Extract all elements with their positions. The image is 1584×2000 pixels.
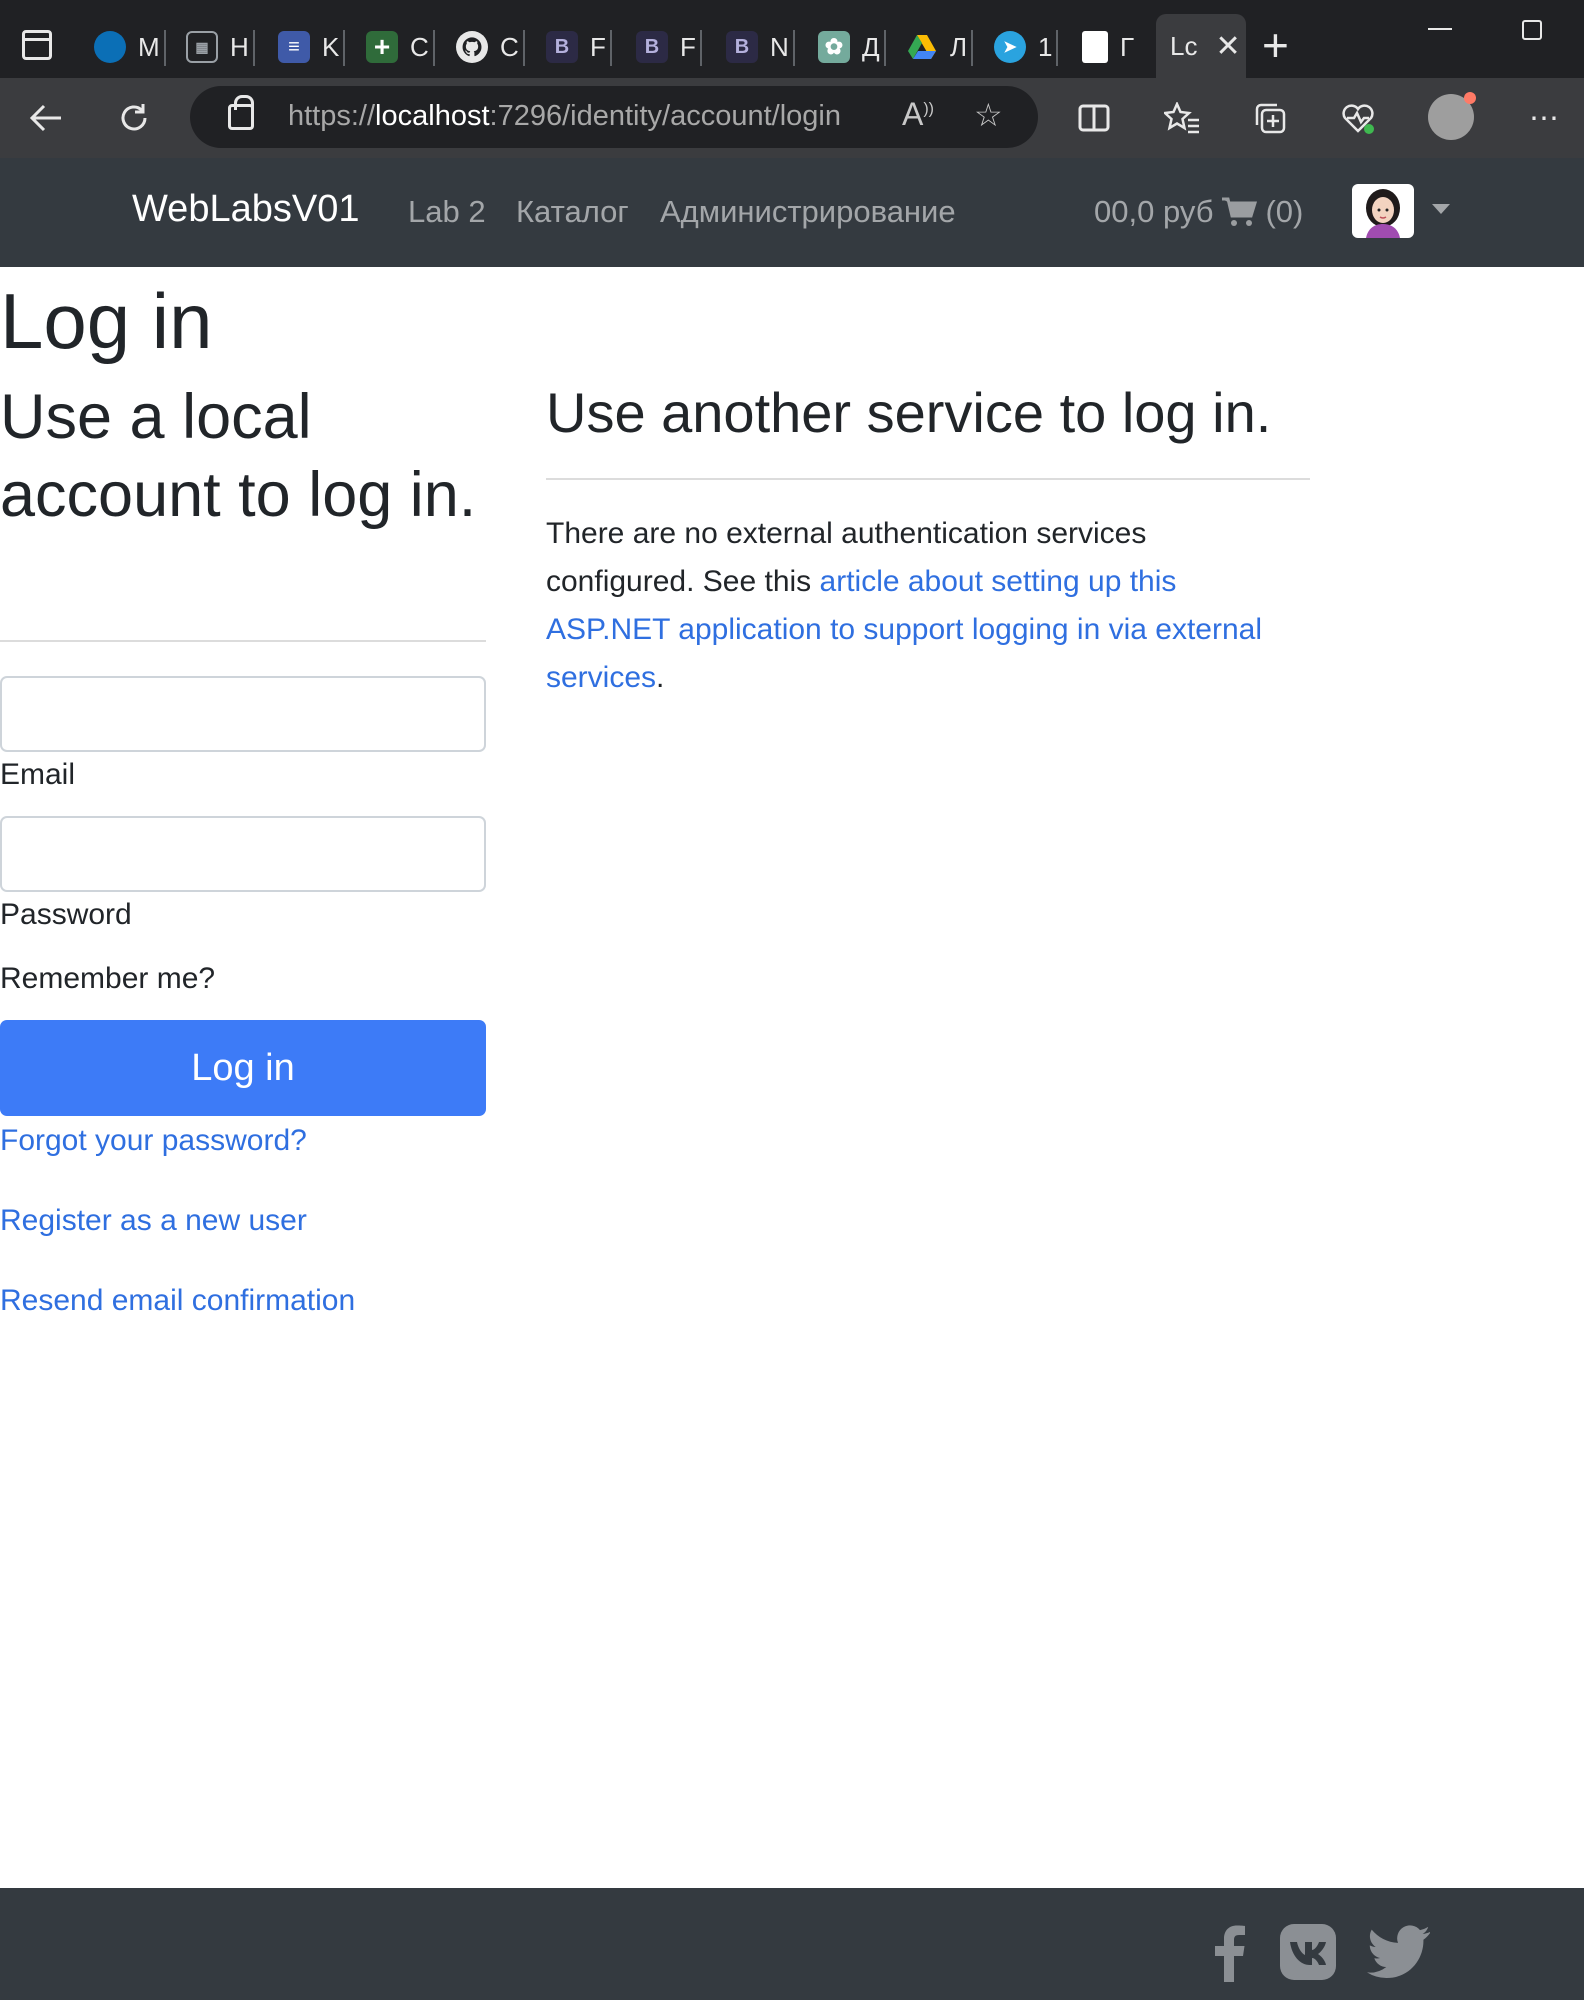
external-login-heading: Use another service to log in. <box>546 381 1272 444</box>
cart-count: (0) <box>1265 194 1304 229</box>
maximize-icon[interactable] <box>1522 20 1542 40</box>
twitter-icon[interactable] <box>1366 1922 1430 1982</box>
tab-label: F <box>590 31 606 62</box>
tab-label: 1 <box>1038 31 1053 62</box>
b-icon: B <box>636 31 668 63</box>
read-aloud-icon[interactable]: A)) <box>902 96 934 133</box>
tab-label: Д <box>862 31 880 62</box>
remember-me-label[interactable]: Remember me? <box>0 962 215 996</box>
cart-link[interactable]: 00,0 руб (0) <box>1094 194 1303 230</box>
tab-label: C <box>410 31 429 62</box>
openai-icon: ✿ <box>818 31 850 63</box>
new-tab-button[interactable]: + <box>1262 22 1289 68</box>
tab-label: K <box>322 31 340 62</box>
tab-actions-icon[interactable] <box>22 30 52 60</box>
nav-link-admin[interactable]: Администрирование <box>660 194 956 230</box>
b-icon: B <box>546 31 578 63</box>
user-avatar[interactable] <box>1352 184 1414 238</box>
tab-label: Г <box>1120 31 1135 62</box>
file-icon <box>1082 31 1108 63</box>
profile-avatar[interactable] <box>1428 92 1476 140</box>
document-icon: ≡ <box>278 31 310 63</box>
divider <box>0 640 486 642</box>
register-link[interactable]: Register as a new user <box>0 1204 307 1238</box>
browser-tab[interactable]: + C <box>366 22 435 72</box>
browser-tab[interactable]: B F <box>636 22 702 72</box>
tab-label: Lc <box>1170 30 1198 61</box>
browser-tab[interactable]: ✿ Д <box>818 22 886 72</box>
password-label: Password <box>0 898 132 931</box>
nav-link-catalog[interactable]: Каталог <box>516 194 629 230</box>
b-icon: B <box>726 31 758 63</box>
browser-tab[interactable]: ≡ K <box>278 22 346 72</box>
refresh-icon[interactable] <box>108 92 160 144</box>
collections-icon[interactable] <box>1244 92 1296 144</box>
site-footer <box>0 1888 1584 2000</box>
calendar-icon: ▦ <box>186 31 218 63</box>
cart-amount: 00,0 руб <box>1094 194 1214 229</box>
close-tab-icon[interactable]: ✕ <box>1215 29 1240 64</box>
site-navbar: WebLabsV01 Lab 2 Каталог Администрирован… <box>0 158 1584 267</box>
browser-tab[interactable]: M <box>94 22 166 72</box>
login-button[interactable]: Log in <box>0 1020 486 1116</box>
resend-confirmation-link[interactable]: Resend email confirmation <box>0 1284 355 1318</box>
browser-tab[interactable]: B N <box>726 22 795 72</box>
browser-tab[interactable]: Г <box>1082 22 1134 72</box>
browser-tab[interactable]: ▦ H <box>186 22 255 72</box>
tab-label: H <box>230 31 249 62</box>
tab-label: M <box>138 31 160 62</box>
more-options-icon[interactable]: ⋯ <box>1518 92 1570 144</box>
url-text[interactable]: https://localhost:7296/identity/account/… <box>288 100 841 133</box>
cart-icon <box>1222 197 1258 226</box>
browser-essentials-icon[interactable] <box>1332 92 1384 144</box>
user-menu-caret-icon[interactable] <box>1432 204 1450 214</box>
drive-icon <box>906 31 938 63</box>
tab-label: F <box>680 31 696 62</box>
local-account-heading: Use a local account to log in. <box>0 382 477 530</box>
divider <box>546 478 1310 480</box>
browser-tab[interactable]: C <box>456 22 525 72</box>
brand-link[interactable]: WebLabsV01 <box>132 188 359 231</box>
lock-icon[interactable] <box>228 95 254 130</box>
github-icon <box>456 31 488 63</box>
web-page: WebLabsV01 Lab 2 Каталог Администрирован… <box>0 158 1584 2000</box>
external-login-info: There are no external authentication ser… <box>546 517 1263 694</box>
minimize-icon[interactable] <box>1428 28 1452 30</box>
browser-tab[interactable]: B F <box>546 22 612 72</box>
telegram-icon: ➤ <box>994 31 1026 63</box>
back-icon[interactable] <box>20 92 72 144</box>
email-label: Email <box>0 758 76 791</box>
vk-icon[interactable] <box>1278 1922 1338 1982</box>
password-field[interactable] <box>0 816 486 892</box>
tab-label: C <box>500 31 519 62</box>
browser-tab[interactable]: ➤ 1 <box>994 22 1059 72</box>
sheet-icon: + <box>366 31 398 63</box>
browser-toolbar: https://localhost:7296/identity/account/… <box>0 78 1584 158</box>
browser-tab-strip: M ▦ H ≡ K + C C B F B F B N ✿ Д Л ➤ 1 Г … <box>0 0 1584 78</box>
facebook-icon[interactable] <box>1200 1922 1260 1982</box>
favorites-icon[interactable] <box>1156 92 1208 144</box>
favorite-star-icon[interactable]: ☆ <box>974 96 1003 134</box>
page-title: Log in <box>0 277 213 365</box>
split-screen-icon[interactable] <box>1068 92 1120 144</box>
tab-label: N <box>770 31 789 62</box>
edge-icon <box>94 31 126 63</box>
browser-tab-active[interactable]: Lc ✕ <box>1156 14 1246 78</box>
address-bar[interactable]: https://localhost:7296/identity/account/… <box>190 86 1038 148</box>
email-field[interactable] <box>0 676 486 752</box>
tab-label: Л <box>950 31 968 62</box>
browser-tab[interactable]: Л <box>906 22 974 72</box>
forgot-password-link[interactable]: Forgot your password? <box>0 1124 307 1158</box>
nav-link-lab2[interactable]: Lab 2 <box>408 194 486 230</box>
